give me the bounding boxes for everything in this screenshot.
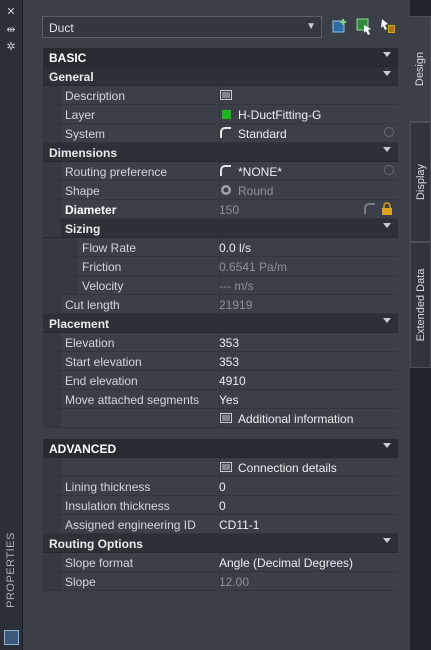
collapse-caret-icon[interactable] — [383, 147, 391, 152]
row-diameter[interactable]: Diameter 150 — [43, 200, 398, 219]
chevron-down-icon: ▼ — [306, 21, 316, 32]
row-insulation-thickness[interactable]: Insulation thickness 0 — [43, 496, 398, 515]
collapse-caret-icon[interactable] — [383, 52, 391, 57]
tab-design[interactable]: Design — [410, 16, 431, 122]
edit-description-icon[interactable] — [220, 89, 232, 101]
quick-select-icon[interactable] — [355, 17, 373, 35]
row-end-elevation[interactable]: End elevation 4910 — [43, 371, 398, 390]
category-advanced[interactable]: ADVANCED — [43, 439, 398, 458]
row-routing-preference[interactable]: Routing preference *NONE* — [43, 162, 398, 181]
row-cut-length: Cut length 21919 — [43, 295, 398, 314]
row-system[interactable]: System Standard — [43, 124, 398, 143]
palette-left-strip: ✕ ⇹ ✲ PROPERTIES — [0, 0, 23, 650]
autohide-icon[interactable]: ⇹ — [5, 24, 17, 36]
palette-icon — [4, 630, 19, 645]
row-layer[interactable]: Layer H-DuctFitting-G — [43, 105, 398, 124]
row-engineering-id[interactable]: Assigned engineering ID CD11-1 — [43, 515, 398, 534]
category-basic[interactable]: BASIC — [43, 48, 398, 67]
row-slope-format[interactable]: Slope format Angle (Decimal Degrees) — [43, 553, 398, 572]
collapse-caret-icon[interactable] — [383, 318, 391, 323]
row-shape: Shape Round — [43, 181, 398, 200]
tab-display[interactable]: Display — [410, 122, 431, 242]
row-description[interactable]: Description — [43, 86, 398, 105]
section-general[interactable]: General — [43, 67, 398, 86]
row-additional-information[interactable]: Additional information — [43, 409, 398, 428]
row-flow-rate[interactable]: Flow Rate 0.0 l/s — [43, 238, 398, 257]
section-sizing[interactable]: Sizing — [43, 219, 398, 238]
section-placement[interactable]: Placement — [43, 314, 398, 333]
close-icon[interactable]: ✕ — [5, 6, 17, 18]
collapse-caret-icon[interactable] — [383, 538, 391, 543]
collapse-caret-icon[interactable] — [383, 443, 391, 448]
settings-icon[interactable]: ✲ — [5, 41, 17, 53]
row-start-elevation[interactable]: Start elevation 353 — [43, 352, 398, 371]
property-grid: BASIC General Description Layer H-DuctFi… — [43, 48, 398, 591]
routing-icon — [364, 203, 375, 214]
search-icon[interactable] — [384, 165, 394, 175]
row-elevation[interactable]: Elevation 353 — [43, 333, 398, 352]
duct-system-icon — [220, 127, 231, 138]
row-friction: Friction 0.6541 Pa/m — [43, 257, 398, 276]
lock-icon[interactable] — [381, 202, 393, 215]
select-objects-icon[interactable] — [379, 17, 397, 35]
worksheet-icon — [220, 413, 232, 423]
add-object-icon[interactable] — [331, 17, 349, 35]
round-shape-icon — [221, 185, 231, 195]
tab-strip: Design Display Extended Data — [410, 0, 431, 650]
palette-title: PROPERTIES — [5, 532, 17, 608]
layer-color-icon — [222, 110, 231, 119]
collapse-caret-icon[interactable] — [383, 223, 391, 228]
properties-panel: Duct ▼ BASIC General Description Layer H… — [23, 0, 410, 650]
worksheet-icon — [220, 462, 232, 472]
object-type-select[interactable]: Duct ▼ — [42, 16, 322, 38]
section-dimensions[interactable]: Dimensions — [43, 143, 398, 162]
section-routing-options[interactable]: Routing Options — [43, 534, 398, 553]
row-velocity: Velocity --- m/s — [43, 276, 398, 295]
collapse-caret-icon[interactable] — [383, 71, 391, 76]
row-slope: Slope 12.00 — [43, 572, 398, 591]
row-connection-details[interactable]: Connection details — [43, 458, 398, 477]
row-move-attached-segments[interactable]: Move attached segments Yes — [43, 390, 398, 409]
search-icon[interactable] — [384, 127, 394, 137]
object-type-value: Duct — [49, 21, 74, 35]
tab-extended-data[interactable]: Extended Data — [410, 242, 431, 368]
row-lining-thickness[interactable]: Lining thickness 0 — [43, 477, 398, 496]
routing-icon — [220, 165, 231, 176]
